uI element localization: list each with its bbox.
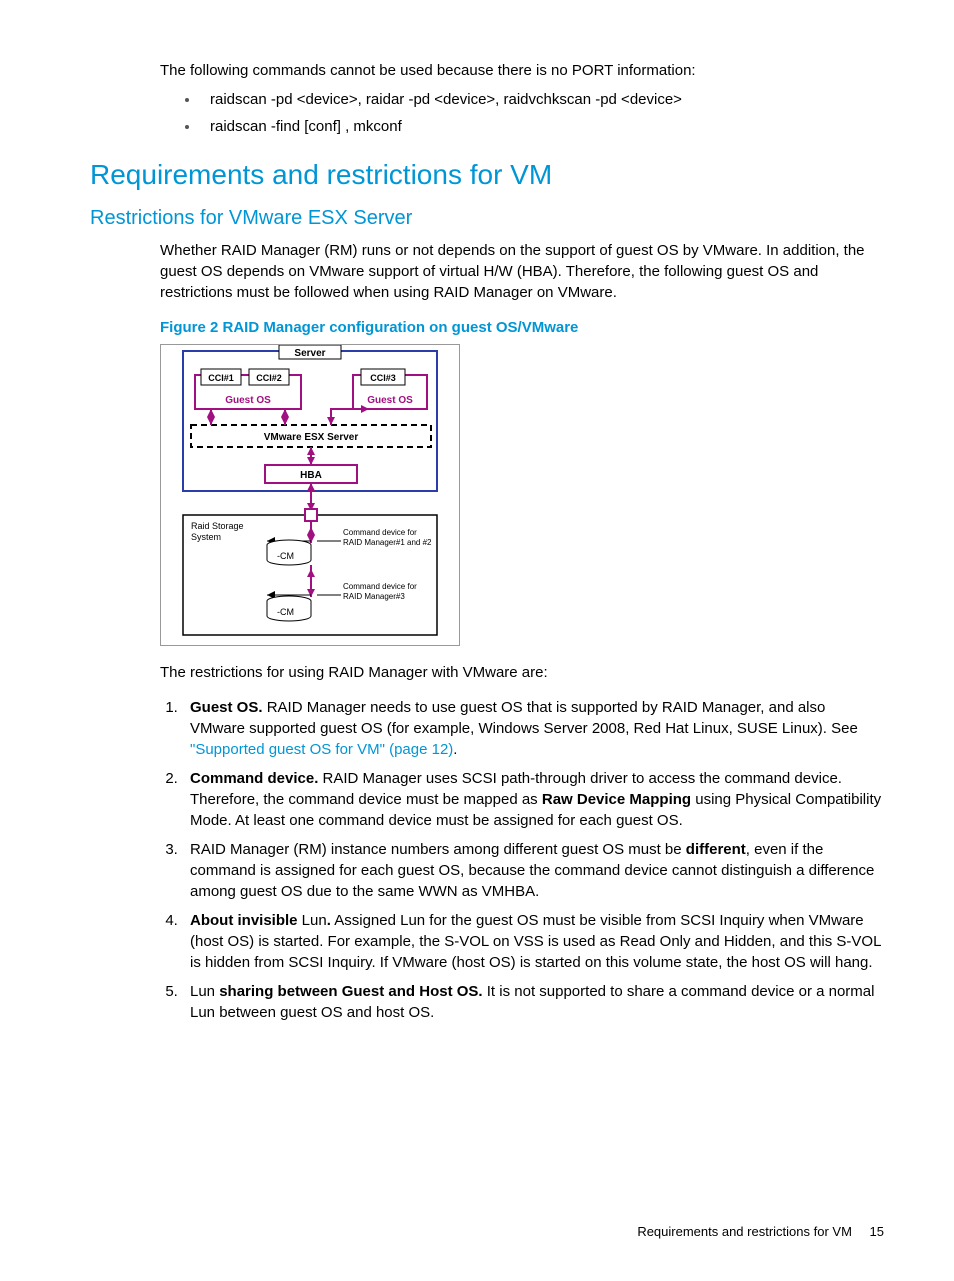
bold-term: sharing between Guest and Host OS.: [219, 983, 482, 1000]
list-item: Guest OS. RAID Manager needs to use gues…: [182, 697, 884, 760]
body-paragraph: Whether RAID Manager (RM) runs or not de…: [160, 240, 884, 303]
vmware-label: VMware ESX Server: [264, 432, 359, 443]
cmddev1-line1: Command device for: [343, 528, 417, 537]
restrictions-intro: The restrictions for using RAID Manager …: [160, 662, 884, 683]
page-footer: Requirements and restrictions for VM 15: [90, 1223, 884, 1241]
cmddev1-line2: RAID Manager#1 and #2: [343, 538, 432, 547]
item-text: RAID Manager needs to use guest OS that …: [190, 699, 858, 737]
raid-manager-diagram-svg: Server CCI#1 CCI#2 Guest OS CCI#3 Guest …: [161, 345, 459, 645]
cmddev2-line1: Command device for: [343, 582, 417, 591]
item-text: Lun: [190, 983, 219, 1000]
cci1-label: CCI#1: [208, 373, 234, 383]
list-item: Command device. RAID Manager uses SCSI p…: [182, 768, 884, 831]
guestos1-label: Guest OS: [225, 395, 271, 406]
supported-guest-os-link[interactable]: "Supported guest OS for VM" (page 12): [190, 741, 453, 758]
list-item: raidscan -find [conf] , mkconf: [200, 116, 884, 137]
cm-label-1: -CM: [277, 551, 294, 561]
raidstorage-label-2: System: [191, 532, 221, 542]
list-item: raidscan -pd <device>, raidar -pd <devic…: [200, 89, 884, 110]
cci3-label: CCI#3: [370, 373, 396, 383]
guestos2-label: Guest OS: [367, 395, 413, 406]
restrictions-list: Guest OS. RAID Manager needs to use gues…: [160, 697, 884, 1023]
command-bullet-list: raidscan -pd <device>, raidar -pd <devic…: [90, 89, 884, 137]
item-tail: .: [453, 741, 457, 758]
list-item: Lun sharing between Guest and Host OS. I…: [182, 981, 884, 1023]
hba-label: HBA: [300, 470, 322, 481]
page-number: 15: [870, 1224, 884, 1239]
raidstorage-label-1: Raid Storage: [191, 521, 244, 531]
item-text: Lun: [298, 912, 327, 929]
section-heading: Requirements and restrictions for VM: [90, 155, 884, 194]
cm-label-2: -CM: [277, 607, 294, 617]
bold-term: Guest OS.: [190, 699, 263, 716]
figure-diagram: Server CCI#1 CCI#2 Guest OS CCI#3 Guest …: [160, 344, 460, 646]
bold-term: About invisible: [190, 912, 298, 929]
intro-paragraph: The following commands cannot be used be…: [160, 60, 884, 81]
list-item: RAID Manager (RM) instance numbers among…: [182, 839, 884, 902]
bold-term: Command device.: [190, 770, 318, 787]
server-label: Server: [294, 348, 325, 359]
bold-term: different: [686, 841, 746, 858]
list-item: About invisible Lun. Assigned Lun for th…: [182, 910, 884, 973]
cci2-label: CCI#2: [256, 373, 282, 383]
cmddev2-line2: RAID Manager#3: [343, 592, 405, 601]
figure-caption: Figure 2 RAID Manager configuration on g…: [160, 317, 884, 338]
bold-term: Raw Device Mapping: [542, 791, 691, 808]
subsection-heading: Restrictions for VMware ESX Server: [90, 204, 884, 232]
footer-text: Requirements and restrictions for VM: [637, 1224, 852, 1239]
item-text: RAID Manager (RM) instance numbers among…: [190, 841, 686, 858]
